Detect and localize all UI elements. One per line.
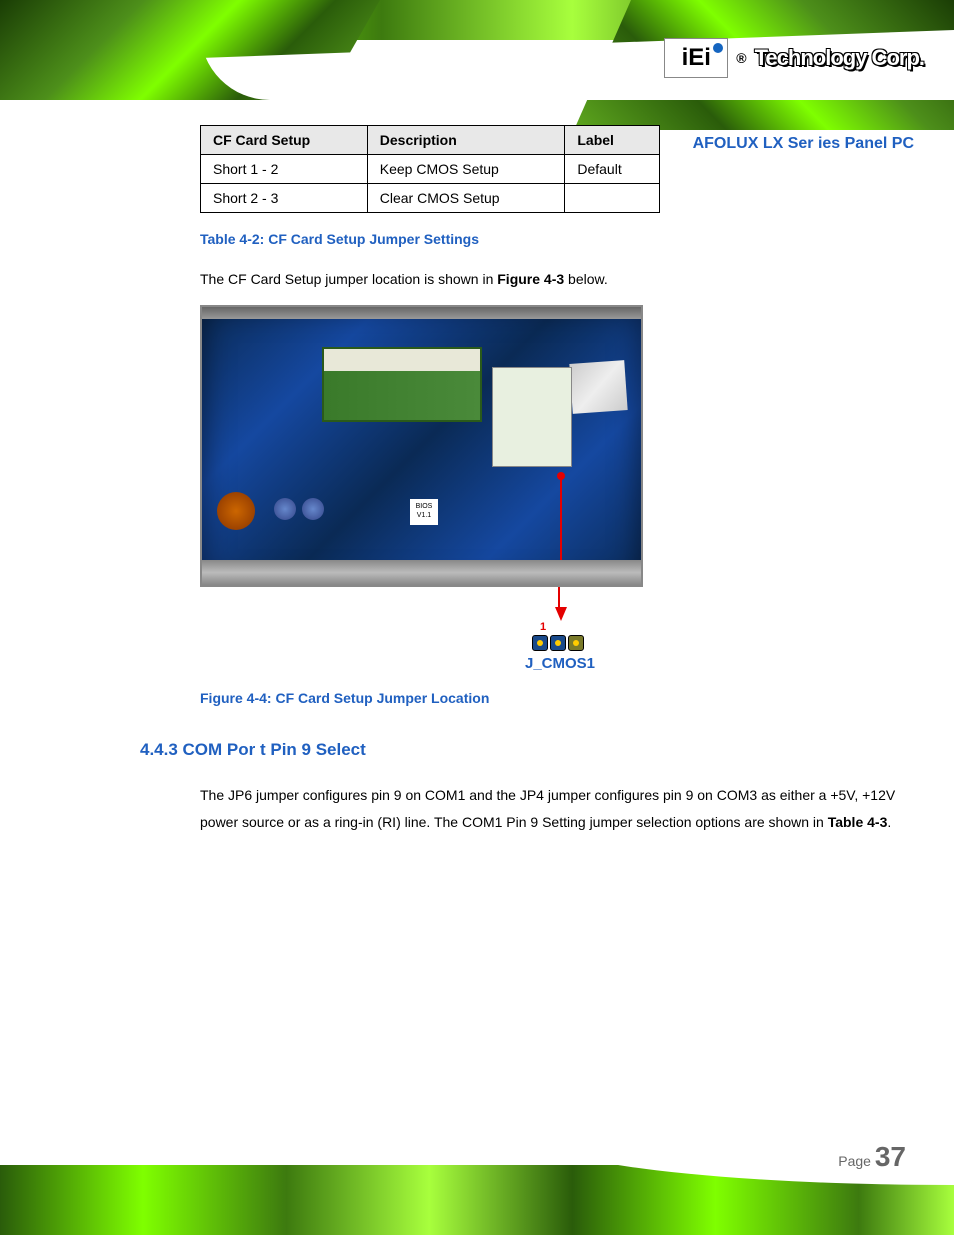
jumper-pin1-label: 1 (540, 621, 924, 633)
ram-module (322, 347, 482, 422)
jumper-pin-icon (532, 635, 548, 651)
table-cell: Clear CMOS Setup (367, 184, 565, 213)
table-header-setup: CF Card Setup (201, 126, 368, 155)
table-cell (565, 184, 660, 213)
figure-caption: Figure 4-4: CF Card Setup Jumper Locatio… (200, 690, 914, 706)
location-paragraph: The CF Card Setup jumper location is sho… (200, 271, 914, 287)
wifi-module (492, 367, 572, 467)
header-logo-area: iEi ® Technology Corp. (664, 38, 924, 78)
jumper-detail: 1 J_CMOS1 (530, 621, 914, 672)
capacitor (274, 498, 296, 520)
jumper-pins-icon (532, 635, 914, 651)
table-row: Short 1 - 2 Keep CMOS Setup Default (201, 155, 660, 184)
table-caption: Table 4-2: CF Card Setup Jumper Settings (200, 231, 914, 247)
bios-label: BIOS V1.1 (410, 499, 438, 525)
location-figure-ref: Figure 4-3 (497, 271, 564, 287)
body-text: The JP6 jumper configures pin 9 on COM1 … (200, 787, 895, 830)
registered-mark: ® (736, 50, 746, 66)
table-cell: Short 1 - 2 (201, 155, 368, 184)
table-header-description: Description (367, 126, 565, 155)
table-cell: Keep CMOS Setup (367, 155, 565, 184)
capacitor (302, 498, 324, 520)
body-table-ref: Table 4-3 (828, 814, 888, 830)
ram-label-strip (324, 349, 480, 371)
table-cell: Short 2 - 3 (201, 184, 368, 213)
motherboard-figure: BIOS V1.1 (200, 305, 643, 587)
body-paragraph: The JP6 jumper configures pin 9 on COM1 … (200, 782, 920, 835)
cf-slot (569, 360, 627, 414)
location-text-pre: The CF Card Setup jumper location is sho… (200, 271, 497, 287)
page-number-badge: Page 37 (838, 1141, 906, 1173)
motherboard-photo: BIOS V1.1 (200, 305, 643, 587)
table-header-label: Label (565, 126, 660, 155)
brand-name: Technology Corp. (755, 45, 924, 71)
callout-arrow-head (555, 607, 567, 621)
table-row: Short 2 - 3 Clear CMOS Setup (201, 184, 660, 213)
jumper-id-label: J_CMOS1 (515, 655, 605, 672)
page-number: 37 (875, 1141, 906, 1172)
inductor-coil (217, 492, 255, 530)
page-label: Page (838, 1153, 875, 1169)
table-cell: Default (565, 155, 660, 184)
section-heading: 4.4.3 COM Por t Pin 9 Select (140, 740, 914, 760)
brand-logo: iEi (664, 38, 728, 78)
jumper-settings-table: CF Card Setup Description Label Short 1 … (200, 125, 660, 213)
footer-band: Page 37 (0, 1120, 954, 1235)
jumper-pin-icon (568, 635, 584, 651)
callout-arrow-line (560, 477, 562, 587)
page-content: CF Card Setup Description Label Short 1 … (60, 110, 914, 1115)
location-text-post: below. (564, 271, 608, 287)
body-text-post: . (887, 814, 891, 830)
jumper-pin-icon (550, 635, 566, 651)
